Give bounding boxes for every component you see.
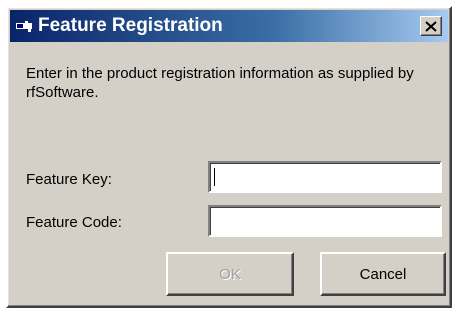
- close-icon: [425, 20, 437, 32]
- feature-registration-dialog: Feature Registration Enter in the produc…: [6, 6, 452, 308]
- window-title: Feature Registration: [38, 15, 223, 36]
- feature-code-label: Feature Code:: [26, 214, 122, 231]
- text-caret: [214, 168, 215, 186]
- feature-code-field[interactable]: [208, 205, 442, 237]
- instructions-text: Enter in the product registration inform…: [26, 65, 414, 101]
- cancel-button[interactable]: Cancel: [320, 252, 446, 296]
- key-icon: [16, 18, 32, 34]
- feature-key-label: Feature Key:: [26, 171, 112, 188]
- feature-code-input[interactable]: [210, 207, 440, 235]
- title-bar[interactable]: Feature Registration: [10, 10, 448, 42]
- feature-key-input[interactable]: [210, 163, 440, 191]
- close-button[interactable]: [420, 16, 442, 36]
- ok-button[interactable]: OK: [166, 252, 294, 296]
- feature-key-field[interactable]: [208, 161, 442, 193]
